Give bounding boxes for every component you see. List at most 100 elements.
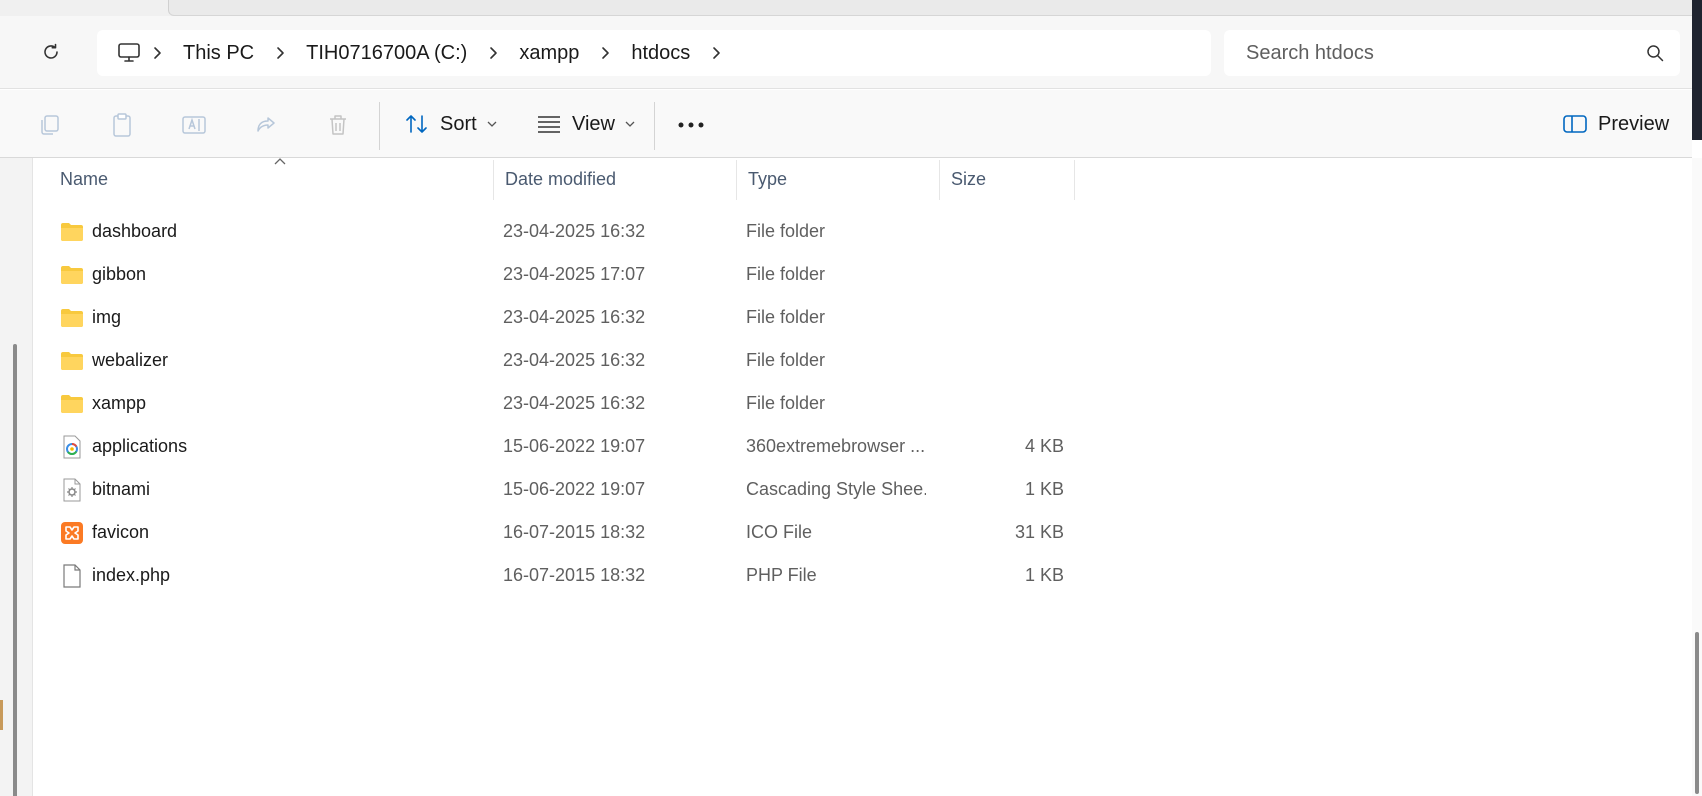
file-name: gibbon — [92, 264, 147, 284]
file-size: 4 KB — [1024, 436, 1064, 456]
column-header-date[interactable]: Date modified — [493, 158, 736, 200]
file-name: applications — [92, 436, 188, 456]
breadcrumb-item-htdocs[interactable]: htdocs — [621, 42, 700, 65]
file-date: 23-04-2025 16:32 — [503, 307, 646, 327]
tab-edge — [168, 0, 1702, 16]
more-options-button[interactable] — [672, 106, 710, 144]
navigation-pane-edge — [0, 158, 32, 796]
column-divider[interactable] — [1074, 160, 1075, 200]
file-name: img — [92, 307, 122, 327]
file-name: bitnami — [92, 479, 151, 499]
file-row[interactable]: img 23-04-2025 16:32 File folder — [33, 296, 1692, 339]
file-row[interactable]: index.php 16-07-2015 18:32 PHP File 1 KB — [33, 554, 1692, 597]
chevron-right-icon[interactable] — [589, 30, 621, 76]
file-name-cell: dashboard — [60, 220, 177, 244]
file-name-cell: bitnami — [60, 478, 150, 502]
preview-button[interactable]: Preview — [1556, 104, 1675, 144]
file-explorer-window: This PC TIH0716700A (C:) xampp htdocs Se… — [0, 0, 1702, 796]
breadcrumb[interactable]: This PC TIH0716700A (C:) xampp htdocs — [97, 30, 1211, 76]
sort-icon — [406, 115, 427, 133]
file-name-cell: webalizer — [60, 349, 168, 373]
nav-scrollbar-thumb[interactable] — [13, 344, 17, 796]
command-bar: Sort View Preview — [0, 90, 1692, 158]
file-name-cell: img — [60, 306, 121, 330]
file-row[interactable]: favicon 16-07-2015 18:32 ICO File 31 KB — [33, 511, 1692, 554]
chevron-right-icon[interactable] — [141, 30, 173, 76]
file-name: dashboard — [92, 221, 178, 241]
paste-button[interactable] — [103, 106, 141, 144]
file-date: 23-04-2025 16:32 — [503, 350, 646, 370]
list-view-icon — [538, 116, 560, 133]
chevron-right-icon[interactable] — [700, 30, 732, 76]
file-date: 16-07-2015 18:32 — [503, 565, 646, 585]
column-header-type[interactable]: Type — [736, 158, 939, 200]
pane-nub — [0, 700, 3, 730]
breadcrumb-item-drive[interactable]: TIH0716700A (C:) — [296, 42, 477, 65]
file-date: 15-06-2022 19:07 — [503, 436, 646, 456]
column-header-size[interactable]: Size — [939, 158, 1074, 200]
folder-icon — [60, 392, 84, 416]
file-date: 16-07-2015 18:32 — [503, 522, 646, 542]
scrollbar-thumb[interactable] — [1695, 632, 1699, 794]
rename-icon — [182, 116, 206, 134]
sort-label: Sort — [440, 112, 477, 135]
file-row[interactable]: dashboard 23-04-2025 16:32 File folder — [33, 210, 1692, 253]
window-edge — [1692, 0, 1702, 140]
more-icon — [678, 122, 704, 128]
file-date: 15-06-2022 19:07 — [503, 479, 646, 499]
file-row[interactable]: xampp 23-04-2025 16:32 File folder — [33, 382, 1692, 425]
file-type: Cascading Style Shee... — [746, 479, 926, 499]
column-header-name[interactable]: Name — [60, 158, 492, 200]
folder-icon — [60, 306, 84, 330]
folder-icon — [60, 263, 84, 287]
breadcrumb-item-this-pc[interactable]: This PC — [173, 42, 264, 65]
file-size: 1 KB — [1024, 479, 1064, 499]
chevron-right-icon[interactable] — [264, 30, 296, 76]
file-row[interactable]: gibbon 23-04-2025 17:07 File folder — [33, 253, 1692, 296]
rename-button[interactable] — [175, 106, 213, 144]
refresh-icon — [44, 43, 58, 59]
file-name-cell: index.php — [60, 563, 170, 588]
file-row[interactable]: bitnami 15-06-2022 19:07 Cascading Style… — [33, 468, 1692, 511]
sort-button[interactable]: Sort — [398, 104, 503, 144]
file-name-cell: applications — [60, 435, 187, 459]
share-icon — [257, 117, 275, 132]
clipboard-icon — [113, 113, 131, 137]
view-button[interactable]: View — [530, 104, 641, 144]
file-type: ICO File — [746, 522, 813, 542]
file-name-cell: gibbon — [60, 263, 146, 287]
preview-pane-icon — [1563, 115, 1587, 133]
css-file-icon — [60, 478, 84, 502]
delete-button[interactable] — [319, 106, 357, 144]
file-row[interactable]: applications 15-06-2022 19:07 360extreme… — [33, 425, 1692, 468]
copy-button[interactable] — [31, 106, 69, 144]
file-type: File folder — [746, 393, 826, 413]
xampp-ico-icon — [60, 521, 84, 545]
file-date: 23-04-2025 17:07 — [503, 264, 646, 284]
folder-icon — [60, 349, 84, 373]
computer-icon[interactable] — [117, 42, 141, 64]
file-row[interactable]: webalizer 23-04-2025 16:32 File folder — [33, 339, 1692, 382]
search-input[interactable] — [1246, 41, 1646, 65]
file-type: File folder — [746, 350, 826, 370]
tab-strip — [0, 0, 1702, 140]
search-icon[interactable] — [1646, 44, 1664, 62]
file-name: xampp — [92, 393, 147, 413]
file-type: 360extremebrowser ... — [746, 436, 926, 456]
file-size: 1 KB — [1024, 565, 1064, 585]
blank-file-icon — [60, 563, 84, 588]
share-button[interactable] — [247, 106, 285, 144]
html-file-icon — [60, 435, 84, 459]
file-name: webalizer — [92, 350, 169, 370]
vertical-scrollbar[interactable] — [1692, 158, 1702, 796]
file-size: 31 KB — [1014, 522, 1064, 542]
file-list: dashboard 23-04-2025 16:32 File folder g… — [33, 210, 1692, 597]
column-header: Name Date modified Type Size — [33, 158, 1692, 204]
copy-icon — [41, 115, 59, 135]
chevron-right-icon[interactable] — [477, 30, 509, 76]
refresh-button[interactable] — [30, 36, 72, 68]
preview-label: Preview — [1598, 112, 1670, 135]
address-row: This PC TIH0716700A (C:) xampp htdocs — [0, 16, 1692, 89]
breadcrumb-item-xampp[interactable]: xampp — [509, 42, 589, 65]
search-box[interactable] — [1224, 30, 1680, 76]
